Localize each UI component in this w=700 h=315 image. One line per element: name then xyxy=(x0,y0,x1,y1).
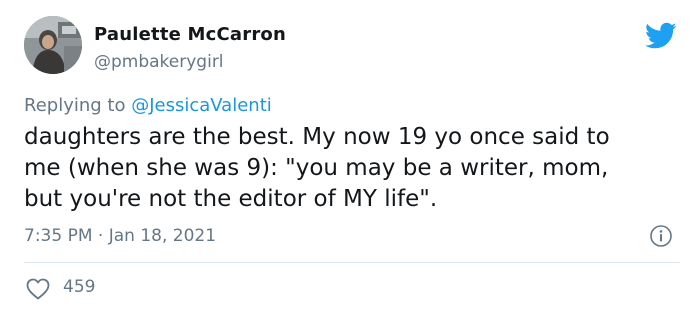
twitter-bird-icon[interactable] xyxy=(645,22,677,50)
like-count: 459 xyxy=(63,277,96,297)
tweet-text-line: but you're not the editor of MY life". xyxy=(24,186,438,212)
user-handle[interactable]: @pmbakerygirl xyxy=(94,52,224,72)
tweet-text-line: me (when she was 9): "you may be a write… xyxy=(24,155,609,181)
reply-mention-link[interactable]: @JessicaValenti xyxy=(131,95,272,116)
reply-prefix: Replying to xyxy=(24,95,132,116)
reply-context: Replying to @JessicaValenti xyxy=(24,95,272,116)
tweet-text-line: daughters are the best. My now 19 yo onc… xyxy=(24,124,610,150)
tweet-timestamp[interactable]: 7:35 PM · Jan 18, 2021 xyxy=(24,226,216,246)
divider xyxy=(24,262,680,263)
avatar[interactable] xyxy=(24,16,82,74)
tweet-card: Paulette McCarron @pmbakerygirl Replying… xyxy=(0,0,700,315)
tweet-text: daughters are the best. My now 19 yo onc… xyxy=(24,122,684,215)
info-icon[interactable] xyxy=(649,224,673,248)
display-name[interactable]: Paulette McCarron xyxy=(94,24,286,45)
heart-icon[interactable] xyxy=(26,278,50,300)
avatar-image xyxy=(24,16,82,74)
